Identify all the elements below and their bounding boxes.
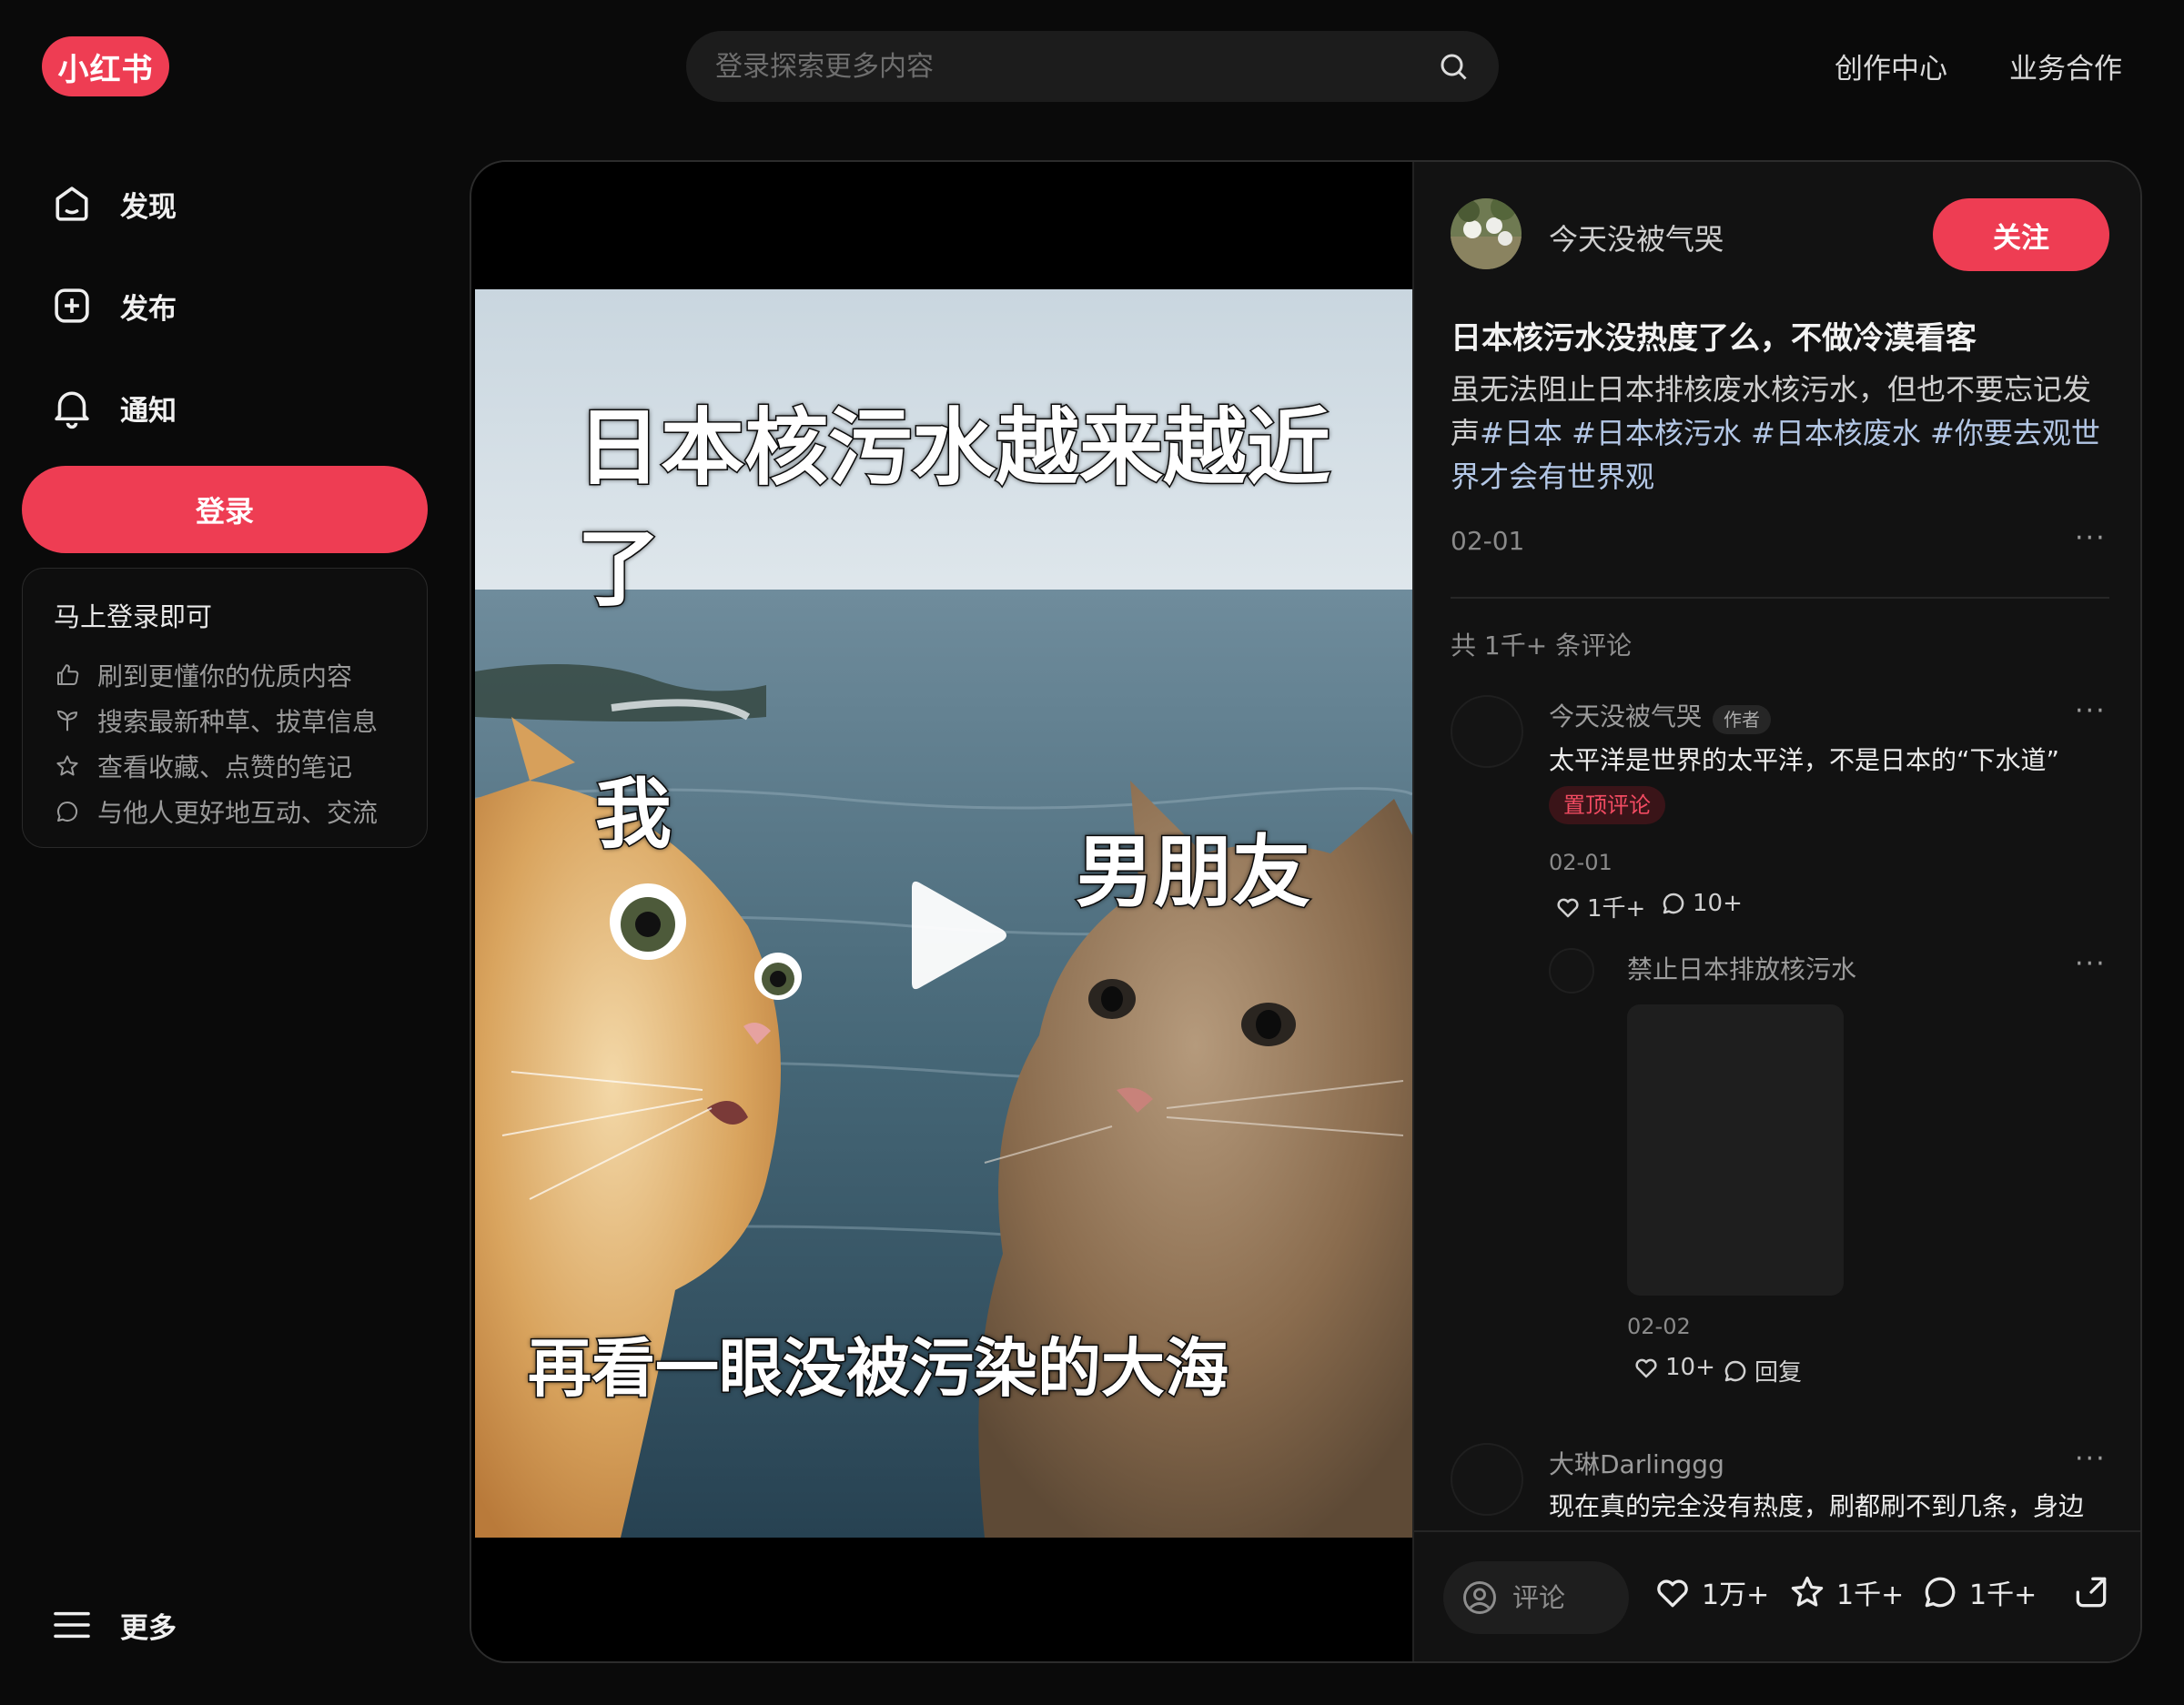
benefit-item: 搜索最新种草、拔草信息	[54, 698, 396, 743]
benefit-item: 查看收藏、点赞的笔记	[54, 743, 396, 789]
benefit-item: 刷到更懂你的优质内容	[54, 652, 396, 698]
comment-count: 共 1千+ 条评论	[1451, 631, 1633, 661]
comment-more-button[interactable]: ···	[2075, 1443, 2107, 1475]
login-button[interactable]: 登录	[22, 466, 428, 553]
search-icon[interactable]	[1437, 50, 1470, 83]
comment-date: 02-01	[1549, 850, 1613, 875]
reply-image[interactable]	[1627, 1004, 1844, 1296]
comment-count-bottom: 1千+	[1969, 1579, 2037, 1611]
sidebar-item-more[interactable]: 更多	[47, 1592, 430, 1658]
commenter-name[interactable]: 今天没被气哭 作者	[1549, 697, 1772, 734]
app-logo[interactable]: 小红书	[42, 36, 169, 96]
commenter-name-text[interactable]: 今天没被气哭	[1549, 701, 1702, 731]
meme-caption-top: 日本核污水越来越近了	[576, 399, 1332, 620]
comment-input[interactable]	[1512, 1582, 1613, 1613]
hashtag[interactable]: #日本	[1480, 416, 1562, 450]
comment-button[interactable]: 1千+	[1920, 1572, 2037, 1612]
comment-text: 太平洋是世界的太平洋，不是日本的“下水道”	[1549, 745, 2060, 775]
sidebar-item-label: 更多	[120, 1611, 177, 1645]
creator-center-link[interactable]: 创作中心	[1835, 45, 1947, 86]
note-description: 虽无法阻止日本排核废水核污水，但也不要忘记发声#日本 #日本核污水 #日本核废水…	[1451, 368, 2115, 499]
heart-icon	[1635, 1358, 1657, 1378]
chat-icon	[57, 801, 78, 822]
comment-reply-button[interactable]: 10+	[1660, 890, 1743, 917]
reply-reply-button[interactable]: 回复	[1722, 1354, 1802, 1387]
divider	[1451, 597, 2109, 599]
heart-icon	[1557, 898, 1579, 917]
chat-icon	[1663, 893, 1684, 914]
note-title: 日本核污水没热度了么，不做冷漠看客	[1451, 320, 1977, 357]
share-button[interactable]	[2071, 1572, 2111, 1612]
comment-like-button[interactable]: 1千+	[1554, 890, 1645, 923]
plus-square-icon	[55, 288, 89, 323]
author-name[interactable]: 今天没被气哭	[1549, 217, 1724, 258]
share-icon	[2076, 1577, 2107, 1608]
thumbs-up-icon	[57, 664, 79, 685]
home-icon	[56, 187, 88, 221]
star-icon	[56, 755, 78, 776]
follow-button[interactable]: 关注	[1933, 198, 2109, 271]
sidebar-item-publish[interactable]: 发布	[47, 273, 430, 338]
search-bar[interactable]	[686, 31, 1499, 102]
author-badge: 作者	[1713, 704, 1772, 734]
meme-caption-bottom: 再看一眼没被污染的大海	[527, 1330, 1230, 1407]
meme-label-right: 男朋友	[1075, 826, 1312, 920]
login-card-title: 马上登录即可	[54, 601, 213, 632]
comment-text: 现在真的完全没有热度，刷都刷不到几条，身边	[1549, 1491, 2085, 1521]
menu-icon	[54, 1611, 90, 1639]
sidebar-item-discover[interactable]: 发现	[47, 171, 430, 237]
like-count: 1万+	[1702, 1579, 1770, 1611]
benefit-item: 与他人更好地互动、交流	[54, 789, 396, 834]
reply-avatar[interactable]	[1549, 948, 1594, 994]
note-more-button[interactable]: ···	[2075, 522, 2107, 554]
like-count: 1千+	[1587, 895, 1646, 923]
star-icon	[1791, 1576, 1824, 1607]
video-player[interactable]: 日本核污水越来越近了 我 男朋友 再看一眼没被污染的大海	[471, 162, 1412, 1661]
sidebar-item-label: 发现	[120, 190, 177, 224]
business-link[interactable]: 业务合作	[2009, 45, 2122, 86]
collect-count: 1千+	[1836, 1579, 1905, 1611]
engagement-bar: 1万+ 1千+ 1千+	[1414, 1530, 2140, 1661]
reply-name[interactable]: 禁止日本排放核污水	[1627, 950, 1856, 986]
sidebar-item-label: 通知	[120, 394, 177, 428]
bell-icon	[55, 391, 89, 429]
video-cover-image: 日本核污水越来越近了 我 男朋友 再看一眼没被污染的大海	[475, 289, 1412, 1538]
reply-label: 回复	[1754, 1359, 1803, 1387]
reply-more-button[interactable]: ···	[2075, 948, 2107, 980]
sidebar-item-label: 发布	[120, 292, 177, 326]
login-benefits-card: 马上登录即可 刷到更懂你的优质内容 搜索最新种草、拔草信息 查看收藏、点赞的笔记…	[22, 568, 428, 848]
meme-label-left: 我	[593, 769, 672, 861]
search-input[interactable]	[715, 50, 1437, 83]
benefit-text: 刷到更懂你的优质内容	[97, 661, 353, 691]
like-button[interactable]: 1万+	[1653, 1572, 1769, 1612]
user-icon	[1463, 1581, 1496, 1614]
note-date: 02-01	[1451, 526, 1525, 556]
pinned-badge: 置顶评论	[1549, 786, 1665, 824]
sidebar-item-notify[interactable]: 通知	[47, 375, 430, 440]
reply-count: 10+	[1693, 890, 1743, 917]
heart-icon	[1657, 1579, 1688, 1608]
note-detail-card: 日本核污水越来越近了 我 男朋友 再看一眼没被污染的大海 今天没被气哭 关注 日…	[470, 160, 2142, 1663]
comment-input-box[interactable]	[1443, 1561, 1629, 1634]
benefit-text: 与他人更好地互动、交流	[97, 798, 379, 828]
benefit-text: 搜索最新种草、拔草信息	[97, 707, 379, 737]
comment-more-button[interactable]: ···	[2075, 695, 2107, 727]
reply-like-button[interactable]: 10+	[1633, 1354, 1715, 1381]
play-icon[interactable]	[903, 872, 1012, 999]
commenter-avatar[interactable]	[1451, 695, 1523, 768]
hashtag[interactable]: #日本核废水	[1751, 416, 1921, 450]
benefit-text: 查看收藏、点赞的笔记	[97, 752, 353, 782]
chat-icon	[1925, 1577, 1956, 1608]
note-side-panel: 今天没被气哭 关注 日本核污水没热度了么，不做冷漠看客 虽无法阻止日本排核废水核…	[1412, 162, 2140, 1661]
author-avatar[interactable]	[1451, 198, 1522, 269]
collect-button[interactable]: 1千+	[1787, 1572, 1904, 1612]
like-count: 10+	[1665, 1354, 1715, 1381]
hashtag[interactable]: #日本核污水	[1572, 416, 1742, 450]
chat-icon	[1724, 1360, 1746, 1381]
reply-date: 02-02	[1627, 1314, 1691, 1339]
commenter-avatar[interactable]	[1451, 1443, 1523, 1516]
sprout-icon	[56, 710, 78, 731]
commenter-name[interactable]: 大琳Darlinggg	[1549, 1445, 1724, 1481]
